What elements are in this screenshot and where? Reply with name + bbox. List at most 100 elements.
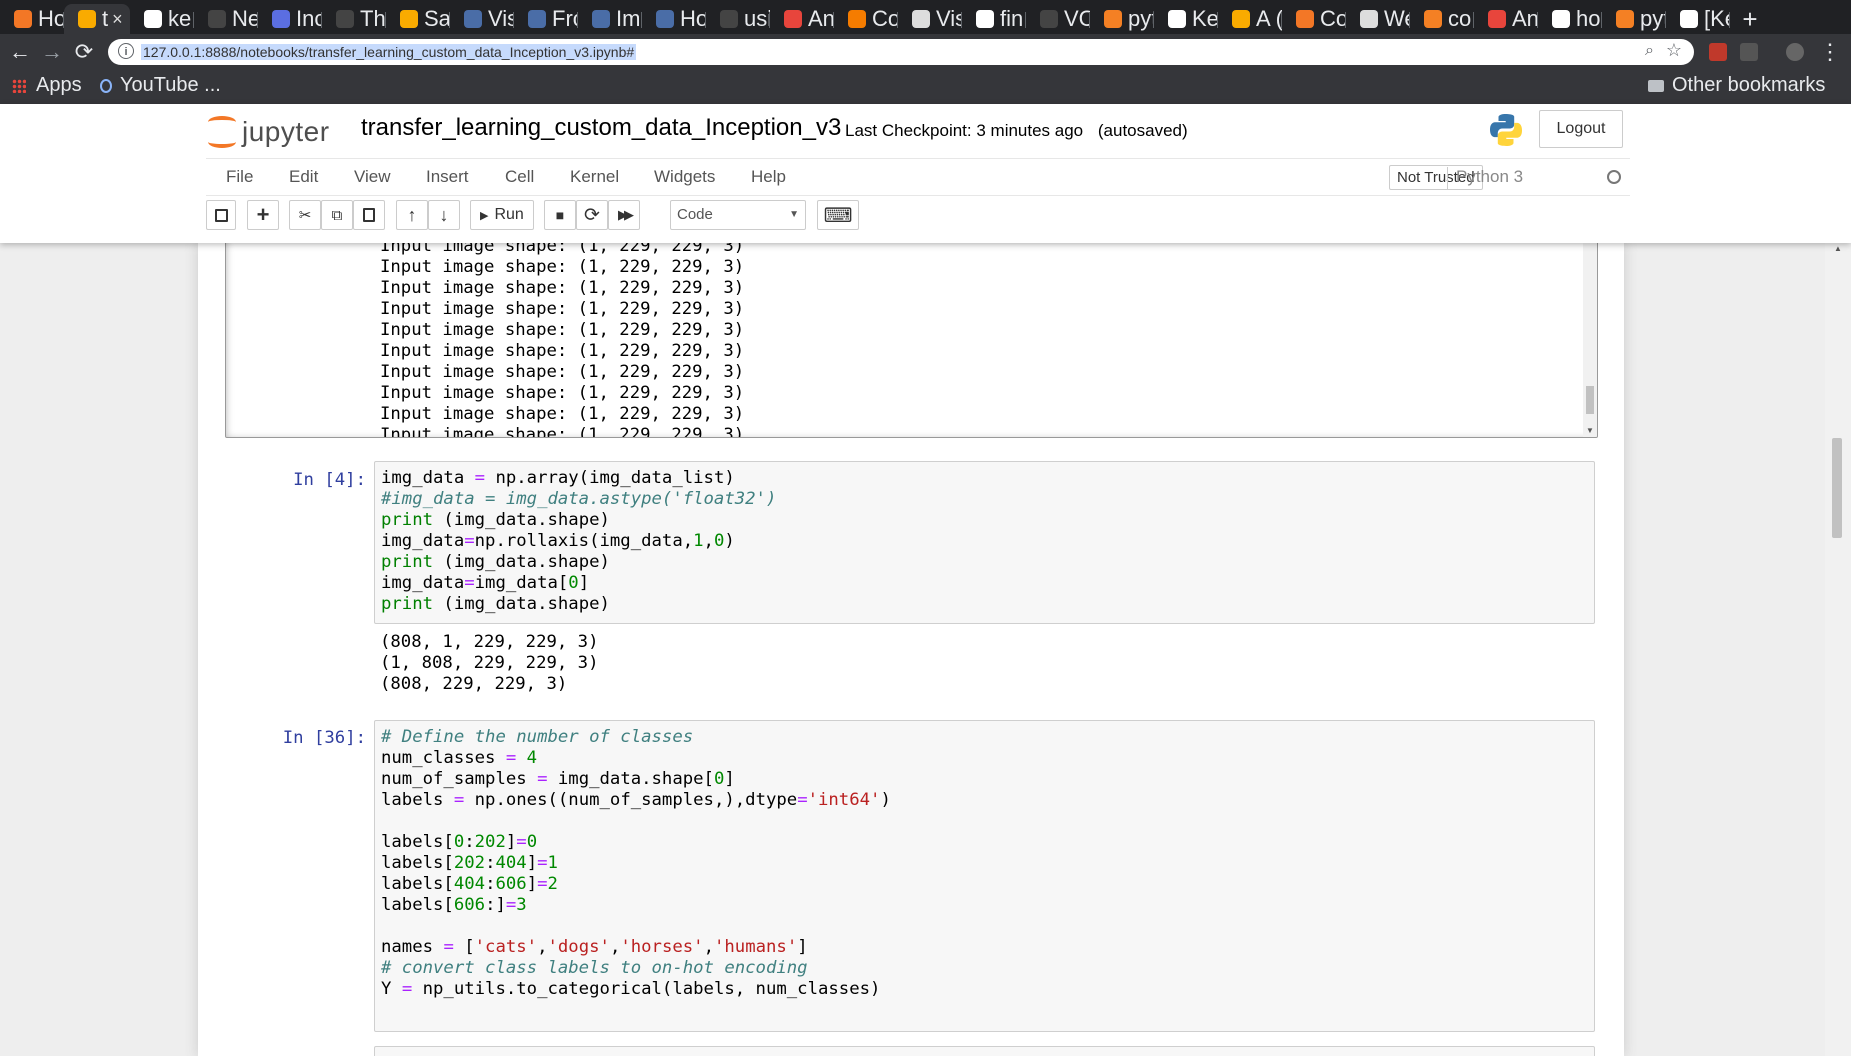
bookmark-star-icon[interactable]: ☆ — [1666, 40, 1682, 61]
browser-tab[interactable]: Ho — [0, 4, 64, 34]
output-line: Input image shape: (1, 229, 229, 3) — [380, 383, 745, 403]
tab-favicon-icon — [1168, 10, 1186, 28]
browser-tab[interactable]: pyt — [1602, 4, 1666, 34]
browser-tab[interactable]: Fro — [514, 4, 578, 34]
browser-tab[interactable]: A ( — [1218, 4, 1282, 34]
jupyter-logo-text: jupyter — [242, 116, 330, 147]
extension-icon[interactable] — [1740, 43, 1758, 61]
new-tab-icon[interactable]: + — [1730, 4, 1770, 34]
tab-favicon-icon — [14, 10, 32, 28]
bookmark-other[interactable]: Other bookmarks — [1648, 74, 1825, 97]
move-down-icon[interactable]: ↓ — [428, 200, 460, 230]
forward-icon[interactable]: → — [38, 38, 66, 66]
cell-output: (808, 1, 229, 229, 3) (1, 808, 229, 229, … — [380, 632, 599, 695]
tab-title: pyt — [1128, 6, 1154, 31]
bookmarks-bar: Apps YouTube ... Other bookmarks — [0, 70, 1851, 104]
scrolled-output[interactable]: Input image shape: (1, 229, 229, 3) Input… — [225, 243, 1598, 438]
browser-tab[interactable]: VC — [1026, 4, 1090, 34]
tab-favicon-icon — [208, 10, 226, 28]
add-cell-icon[interactable]: + — [247, 200, 279, 230]
output-scrollbar[interactable]: ▼ — [1583, 243, 1597, 437]
kernel-name: Python 3 — [1447, 167, 1523, 189]
browser-tab[interactable]: Vis — [898, 4, 962, 34]
keyboard-icon[interactable]: ⌨ — [817, 200, 859, 230]
browser-tab[interactable]: Ho — [642, 4, 706, 34]
back-icon[interactable]: ← — [6, 38, 34, 66]
browser-tab[interactable]: co — [1410, 4, 1474, 34]
code-cell-input[interactable]: img_data = np.array(img_data_list) #img_… — [374, 461, 1595, 624]
zoom-icon[interactable]: ⌕ — [1645, 42, 1654, 60]
scroll-down-icon[interactable]: ▼ — [1586, 426, 1594, 435]
restart-run-all-icon[interactable]: ▶▶ — [608, 200, 640, 230]
profile-avatar-icon[interactable] — [1786, 43, 1804, 61]
bookmark-youtube[interactable]: YouTube ... — [100, 74, 221, 97]
browser-tab[interactable]: ho — [1538, 4, 1602, 34]
menu-view[interactable]: View — [354, 167, 391, 187]
jupyter-logo[interactable]: jupyter — [208, 114, 330, 150]
interrupt-icon[interactable]: ■ — [544, 200, 576, 230]
browser-tab[interactable]: Co — [1282, 4, 1346, 34]
browser-tab[interactable]: Ke — [1154, 4, 1218, 34]
bookmark-apps[interactable]: Apps — [12, 74, 82, 97]
move-up-icon[interactable]: ↑ — [396, 200, 428, 230]
notebook-name[interactable]: transfer_learning_custom_data_Inception_… — [361, 114, 841, 142]
tab-title: Co — [1320, 6, 1346, 31]
autosave-text: (autosaved) — [1097, 121, 1188, 140]
menu-insert[interactable]: Insert — [426, 167, 469, 187]
paste-icon[interactable] — [353, 200, 385, 230]
arrow-down-icon: ↓ — [439, 204, 449, 225]
browser-tab[interactable]: An — [1474, 4, 1538, 34]
page-scrollbar[interactable]: ▲ — [1825, 243, 1851, 1056]
browser-tab[interactable]: Im — [578, 4, 642, 34]
url-text[interactable]: 127.0.0.1:8888/notebooks/transfer_learni… — [141, 44, 637, 60]
tab-close-icon[interactable]: × — [112, 9, 123, 30]
tab-favicon-icon — [656, 10, 674, 28]
cut-icon[interactable]: ✂ — [289, 200, 321, 230]
browser-tab[interactable]: fin — [962, 4, 1026, 34]
reload-icon[interactable]: ⟳ — [70, 38, 98, 66]
bookmark-label: Apps — [36, 74, 82, 96]
browser-tab[interactable]: Vis — [450, 4, 514, 34]
copy-icon[interactable]: ⧉ — [321, 200, 353, 230]
browser-tab-active[interactable]: t × — [64, 4, 130, 34]
logout-button[interactable]: Logout — [1539, 110, 1623, 148]
address-bar[interactable]: i 127.0.0.1:8888/notebooks/transfer_lear… — [108, 39, 1694, 65]
browser-tab[interactable]: pyt — [1090, 4, 1154, 34]
menu-kernel[interactable]: Kernel — [570, 167, 619, 187]
scroll-up-icon[interactable]: ▲ — [1834, 244, 1842, 253]
page-scrollbar-thumb[interactable] — [1832, 438, 1842, 538]
tab-favicon-icon — [464, 10, 482, 28]
save-icon[interactable] — [206, 200, 236, 230]
browser-tab[interactable]: [Ke — [1666, 4, 1730, 34]
scrollbar-thumb[interactable] — [1586, 386, 1594, 414]
browser-tab[interactable]: usi — [706, 4, 770, 34]
tab-title: Ke — [1192, 6, 1218, 31]
menu-widgets[interactable]: Widgets — [654, 167, 715, 187]
browser-tab[interactable]: ke — [130, 4, 194, 34]
browser-tab[interactable]: Th — [322, 4, 386, 34]
menu-edit[interactable]: Edit — [289, 167, 318, 187]
adblock-extension-icon[interactable] — [1709, 43, 1727, 61]
browser-tab[interactable]: Sa — [386, 4, 450, 34]
menu-help[interactable]: Help — [751, 167, 786, 187]
browser-tab[interactable]: Ne — [194, 4, 258, 34]
browser-tab[interactable]: An — [770, 4, 834, 34]
info-icon[interactable]: i — [118, 43, 134, 59]
menu-cell[interactable]: Cell — [505, 167, 534, 187]
restart-icon[interactable]: ⟳ — [576, 200, 608, 230]
run-button[interactable]: ▶ Run — [470, 200, 534, 230]
browser-menu-icon[interactable]: ⋮ — [1816, 38, 1844, 66]
tab-favicon-icon — [1424, 10, 1442, 28]
cell-type-select[interactable]: Code ▼ — [670, 200, 806, 230]
browser-tab[interactable]: We — [1346, 4, 1410, 34]
menu-file[interactable]: File — [226, 167, 253, 187]
browser-tab[interactable]: Co — [834, 4, 898, 34]
tab-favicon-icon — [1104, 10, 1122, 28]
browser-tab[interactable]: Inc — [258, 4, 322, 34]
code-cell-input[interactable]: # Define the number of classes num_class… — [374, 720, 1595, 1032]
tab-title: fin — [1000, 6, 1024, 31]
tab-favicon-icon — [592, 10, 610, 28]
tab-favicon-icon — [272, 10, 290, 28]
notebook-container: Input image shape: (1, 229, 229, 3) Input… — [198, 243, 1624, 1056]
code-cell-input[interactable] — [374, 1046, 1595, 1056]
